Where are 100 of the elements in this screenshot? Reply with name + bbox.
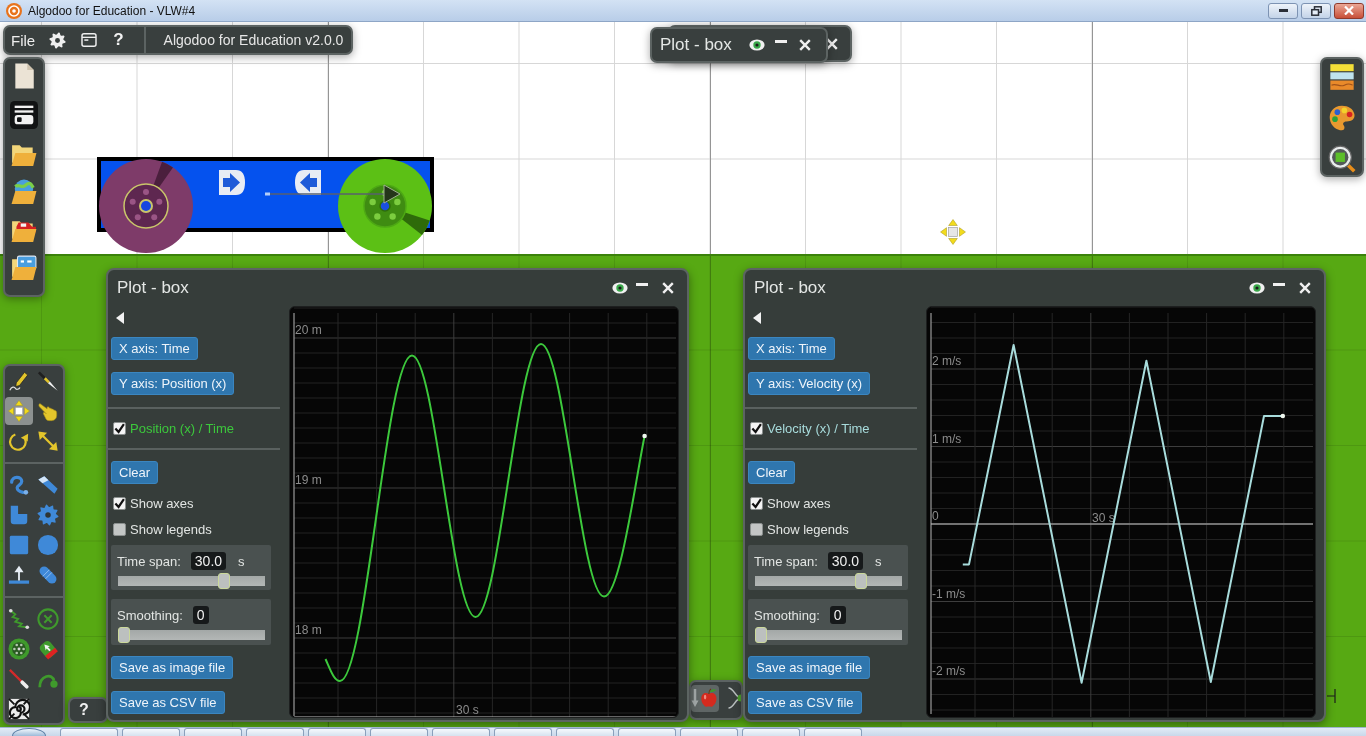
clear-button[interactable]: Clear [111,461,159,484]
checkbox[interactable] [750,496,763,510]
checkmark-icon [114,497,125,509]
eye-icon[interactable] [612,282,628,294]
slider-thumb[interactable] [755,627,767,643]
checkbox[interactable] [750,522,763,536]
time-span-field[interactable]: 30.0 [827,552,864,570]
checkbox[interactable] [113,496,126,510]
field-label: Time span: [117,553,181,569]
checkbox[interactable] [750,421,763,435]
series-label: Position (x) / Time [130,420,235,436]
save-button[interactable]: Save as image file [748,656,871,679]
up-arrow-base-icon [8,564,30,586]
caret-left-icon[interactable] [116,312,124,324]
clear-button[interactable]: Clear [748,461,796,484]
time-span-field[interactable]: 30.0 [190,552,227,570]
square-icon [8,534,30,556]
window-title: Plot - box [117,278,189,298]
eye-icon[interactable] [748,39,765,51]
close-icon[interactable] [662,282,674,294]
field-label: Smoothing: [754,607,820,623]
slider-track[interactable] [755,627,902,643]
slider-track[interactable] [755,573,902,589]
save-button[interactable]: Save as CSV file [748,691,862,714]
minimize-icon[interactable] [1273,282,1285,286]
minimize-icon[interactable] [636,282,648,286]
unit-label: s [875,553,882,569]
brush-icon [37,474,59,496]
checkbox[interactable] [113,421,126,435]
start-button[interactable] [12,728,46,736]
minimize-icon[interactable] [774,39,787,43]
caret-left-icon[interactable] [753,312,761,324]
smoothing-field[interactable]: 0 [829,606,846,624]
close-icon[interactable] [826,37,838,50]
zigzag-spring-icon [8,608,30,630]
axis-label: 0 [932,509,939,523]
laser-pen-icon [8,668,30,690]
gear-icon[interactable] [49,31,67,49]
help-button[interactable]: ? [113,30,124,50]
circle-x-icon [37,608,59,630]
close-icon [1344,6,1354,15]
file-menu[interactable]: File [11,31,36,49]
close-icon[interactable] [1299,282,1311,294]
wheel-icon [8,638,30,660]
curved-lines-icon[interactable] [728,685,741,711]
axis-label: 18 m [295,623,322,637]
slider-thumb[interactable] [854,573,867,589]
close-button[interactable] [1334,2,1364,19]
window-title: Algodoo for Education - VLW#4 [28,3,196,18]
tray-tile-icon[interactable] [10,101,38,129]
save-button[interactable]: Save as CSV file [111,691,225,714]
layers-icon[interactable] [1328,63,1356,91]
gear-icon [37,504,59,526]
version-label: Algodoo for Education v2.0.0 [163,32,344,48]
window-icon[interactable] [81,32,98,48]
move-arrows-icon [8,400,30,422]
window-title: Plot - box [754,278,826,298]
axis-label: 19 m [295,473,322,487]
diagonal-arrow-icon [37,430,59,452]
y-axis-button[interactable]: Y axis: Velocity (x) [748,372,870,395]
endpoint-marker-icon [642,433,647,439]
slider-track[interactable] [118,573,265,589]
axis-label: 1 m/s [932,431,962,446]
screen-folder-icon[interactable] [11,255,37,281]
close-icon[interactable] [798,39,811,51]
x-axis-button[interactable]: X axis: Time [748,337,835,360]
option-label: Show axes [130,495,194,511]
move-handle-icon [940,219,966,245]
help-button[interactable]: ? [68,697,108,723]
axis-label: 30 s [456,703,479,717]
pointing-hand-icon [37,400,59,422]
tool-button[interactable] [5,695,33,723]
restore-button[interactable] [1301,2,1331,19]
option-label: Show legends [767,521,849,537]
axis-label: -1 m/s [932,586,966,601]
right-arrow-icon [219,170,245,195]
checkmark-icon [751,422,762,434]
palette-icon[interactable] [1328,104,1356,132]
x-axis-button[interactable]: X axis: Time [111,337,198,360]
restore-icon [1310,5,1322,16]
checkmark-icon [114,422,125,434]
save-button[interactable]: Save as image file [111,656,234,679]
smoothing-field[interactable]: 0 [192,606,209,624]
slider-thumb[interactable] [118,627,130,643]
checkbox[interactable] [113,522,126,536]
slider-thumb[interactable] [217,573,230,589]
minimize-button[interactable] [1268,2,1298,19]
unit-label: s [238,553,245,569]
field-label: Time span: [754,553,818,569]
slider-track[interactable] [118,627,265,643]
knife-icon [37,370,59,392]
pencil-icon [8,370,30,392]
globe-folder-icon[interactable] [11,179,37,205]
eye-icon[interactable] [1249,282,1265,294]
endpoint-marker-icon [1280,413,1286,419]
magnifier-icon[interactable] [1328,145,1356,173]
field-label: Smoothing: [117,607,183,623]
axis-label: 2 m/s [932,354,962,368]
y-axis-button[interactable]: Y axis: Position (x) [111,372,235,395]
circle-icon [37,534,59,556]
